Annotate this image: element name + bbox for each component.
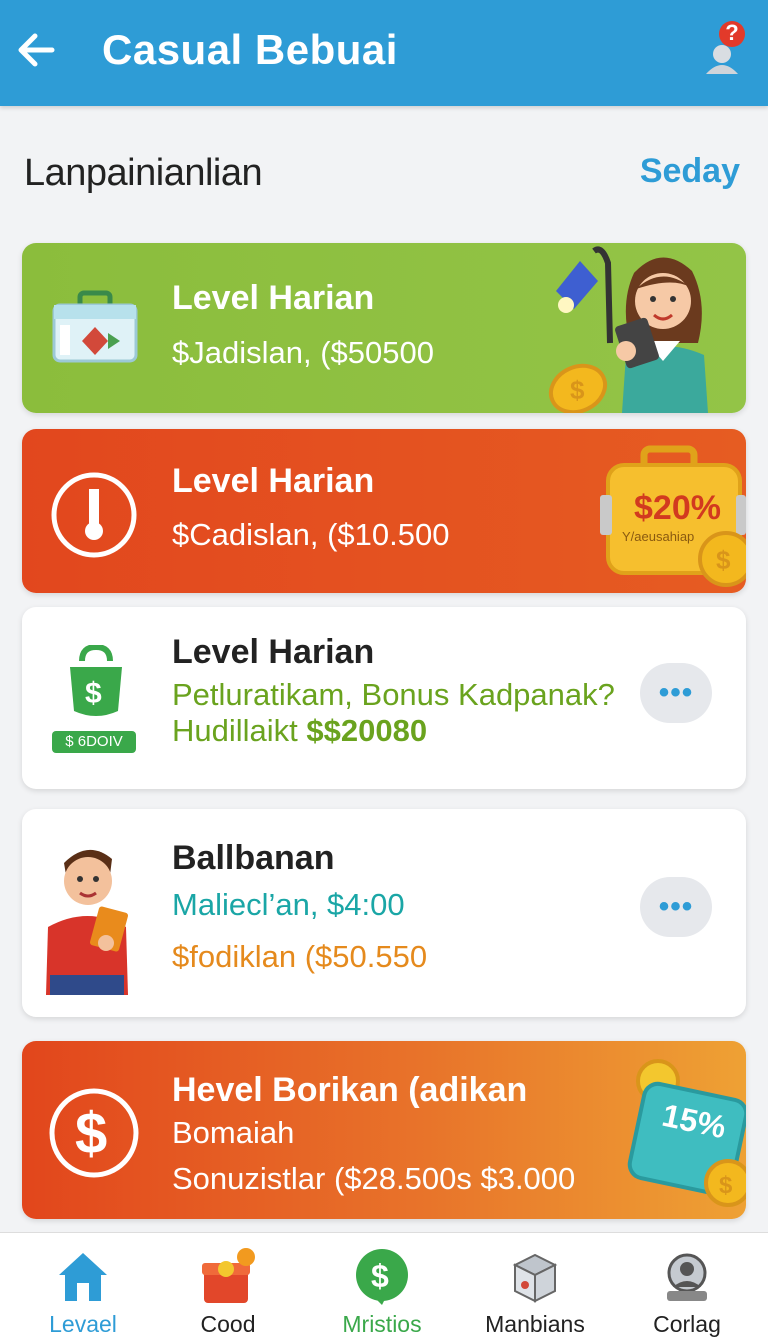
notification-badge: ? [725,20,739,45]
number-one-badge-icon [51,472,137,558]
money-bag-tag: $ 6DOIV [52,731,136,753]
card-amount-prefix: Hudillaikt [172,713,307,748]
discount-badge-caption: Y/aeusahiap [622,529,695,544]
reward-card-ballbanan[interactable]: Ballbanan Maliecl’an, $4:00 $fodiklan ($… [22,809,746,1017]
more-dots-icon: ••• [658,676,694,709]
more-options-button[interactable]: ••• [640,877,712,937]
nav-item-corlag[interactable]: Corlag [610,1233,764,1344]
svg-text:$: $ [719,1172,733,1199]
user-profile-icon [667,1253,707,1301]
nav-item-levael[interactable]: Levael [6,1233,160,1344]
more-options-button[interactable]: ••• [640,663,712,723]
nav-label: Cood [200,1311,256,1337]
nav-item-cood[interactable]: Cood [151,1233,305,1344]
card-amount: $Jadislan, ($50500 [172,335,434,370]
card-amount-line: Hudillaikt $$20080 [172,713,427,749]
section-action-link[interactable]: Seday [640,152,740,191]
svg-text:$: $ [75,1101,107,1166]
reward-card-red[interactable]: Level Harian $Cadislan, ($10.500 $ $20% … [22,429,746,593]
app-bar: Casual Bebuai ? [0,0,768,106]
card-amount: Sonuzistlar ($28.500s $3.000 [172,1161,576,1196]
card-amount: $fodiklan ($50.550 [172,939,428,974]
app-screen: Casual Bebuai ? Lanpainianlian Seday Lev… [0,0,768,1344]
svg-text:$: $ [85,677,102,710]
bottom-navigation: Levael Cood $ Mristios Manbians Corlag [0,1232,768,1344]
svg-text:$: $ [570,375,585,405]
app-title: Casual Bebuai [102,26,398,73]
svg-text:$: $ [371,1258,389,1294]
card-title: Level Harian [172,279,375,317]
svg-text:$: $ [716,545,731,575]
more-dots-icon: ••• [658,890,694,923]
card-title: Hevel Borikan (adikan [172,1071,528,1109]
money-bag-icon: $ [70,645,122,716]
box-icon [512,1253,558,1303]
card-amount: $Cadislan, ($10.500 [172,517,450,552]
reward-card-bonus-orange[interactable]: $ Hevel Borikan (adikan Bomaiah Sonuzist… [22,1041,746,1219]
card-subtitle: Bomaiah [172,1115,295,1150]
nav-label: Manbians [485,1311,585,1337]
nav-item-mristios[interactable]: $ Mristios [305,1233,459,1344]
dollar-bubble-icon: $ [356,1249,408,1305]
card-title: Level Harian [172,462,375,500]
nav-label: Levael [49,1311,117,1337]
man-with-tablet-avatar [46,849,128,995]
reward-card-bonus[interactable]: $ $ 6DOIV Level Harian Petluratikam, Bon… [22,607,746,789]
card-title: Ballbanan [172,839,335,877]
card-description: Maliecl’an, $4:00 [172,887,405,922]
nav-item-manbians[interactable]: Manbians [458,1233,612,1344]
home-icon [59,1253,107,1301]
nav-label: Mristios [342,1311,422,1337]
notification-button[interactable]: ? [700,16,750,76]
reward-card-green[interactable]: Level Harian $Jadislan, ($50500 $ [22,243,746,413]
back-arrow-icon [18,33,55,67]
gift-box-icon [202,1248,255,1303]
discount-badge: $20% [634,489,721,527]
card-description: Petluratikam, Bonus Kadpanak? [172,677,615,712]
girl-with-tablet-illustration: $ [548,246,708,413]
back-button[interactable] [14,28,58,72]
card-title: Level Harian [172,633,375,671]
card-amount: $$20080 [306,713,428,748]
dollar-circle-icon: $ [49,1088,139,1178]
lunchbox-icon [52,290,138,363]
section-title: Lanpainianlian [24,152,263,194]
nav-label: Corlag [653,1311,721,1337]
